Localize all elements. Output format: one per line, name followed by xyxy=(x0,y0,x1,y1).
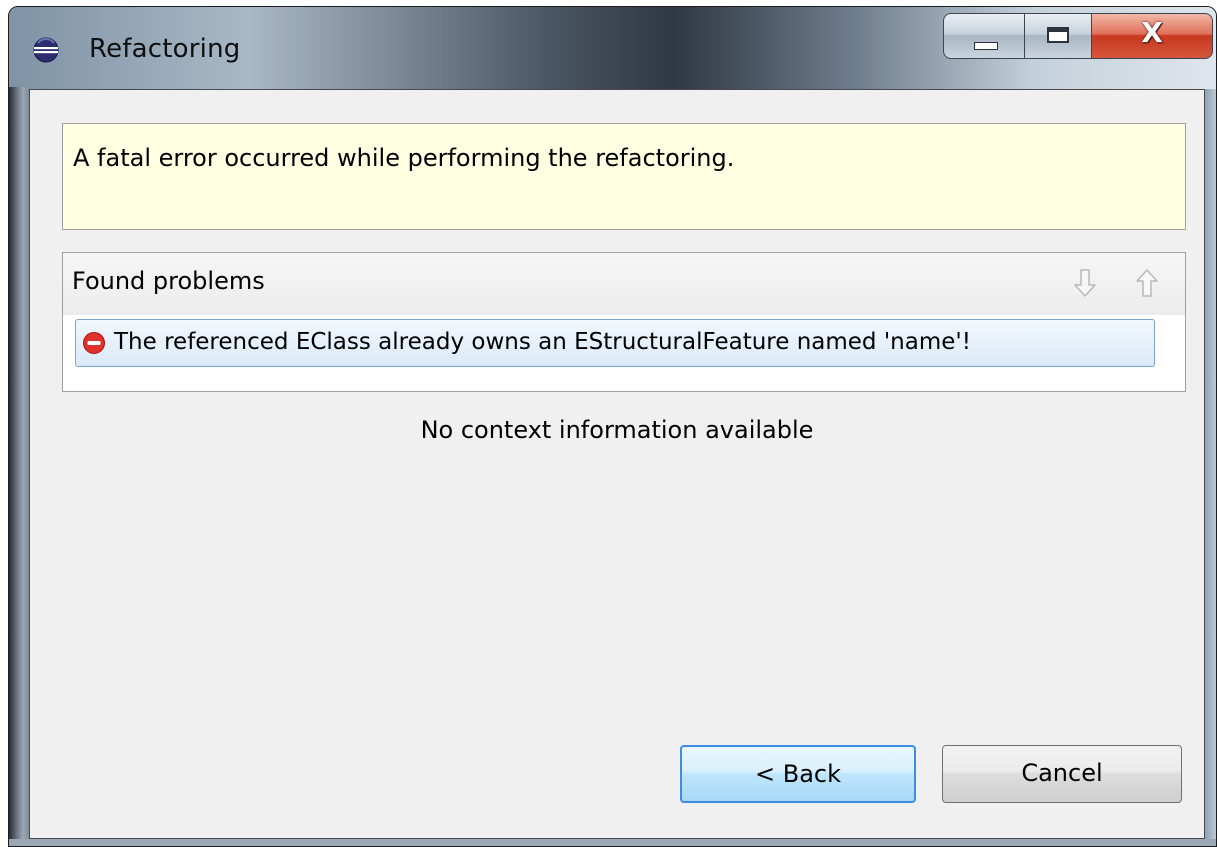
title-bar[interactable]: Refactoring X xyxy=(9,7,1216,89)
minimize-button[interactable] xyxy=(943,13,1025,59)
error-message-text: A fatal error occurred while performing … xyxy=(73,144,735,172)
minimize-icon xyxy=(974,42,998,50)
maximize-button[interactable] xyxy=(1024,13,1092,59)
close-button[interactable]: X xyxy=(1091,13,1213,59)
refactoring-dialog: Refactoring X A fatal error occurred whi… xyxy=(8,6,1217,847)
found-problems-title: Found problems xyxy=(72,267,265,295)
arrow-down-icon[interactable] xyxy=(1067,265,1103,301)
problem-list-item[interactable]: The referenced EClass already owns an ES… xyxy=(75,319,1155,367)
maximize-icon xyxy=(1047,27,1069,43)
window-frame-right xyxy=(1205,89,1216,846)
window-frame-left xyxy=(9,87,29,846)
cancel-button[interactable]: Cancel xyxy=(942,745,1182,803)
back-button[interactable]: < Back xyxy=(680,745,916,803)
dialog-content: A fatal error occurred while performing … xyxy=(29,89,1205,839)
problem-text: The referenced EClass already owns an ES… xyxy=(114,329,971,355)
window-title: Refactoring xyxy=(89,34,241,64)
eclipse-app-icon xyxy=(33,37,59,63)
found-problems-header: Found problems xyxy=(63,253,1185,315)
found-problems-panel: Found problems The referenced EClass alr… xyxy=(62,252,1186,392)
window-frame-bottom xyxy=(9,839,1216,846)
close-icon: X xyxy=(1141,16,1163,49)
error-icon xyxy=(83,332,105,354)
error-message-box: A fatal error occurred while performing … xyxy=(62,123,1186,230)
arrow-up-icon[interactable] xyxy=(1129,265,1165,301)
context-information-text: No context information available xyxy=(420,416,814,444)
